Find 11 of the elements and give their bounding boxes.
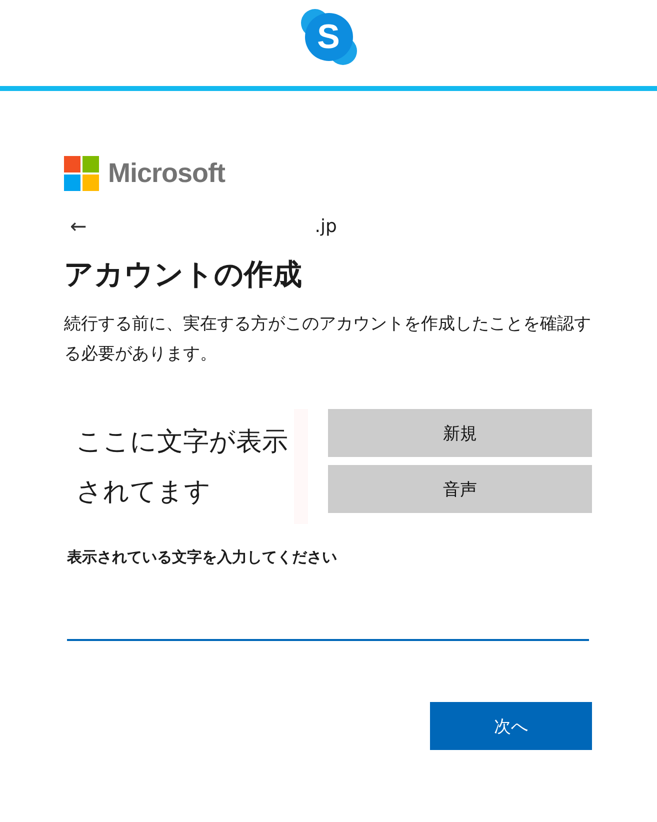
captcha-option-button[interactable]: 音声: [328, 465, 592, 513]
account-name: .jp: [314, 216, 337, 236]
description: 続行する前に、実在する方がこのアカウントを作成したことを確認する必要があります。: [64, 313, 592, 366]
page-title: アカウントの作成: [64, 256, 303, 293]
microsoft-logo-icon: [64, 156, 99, 190]
app-logo: S: [298, 7, 358, 67]
next-button[interactable]: 次へ: [430, 702, 592, 750]
input-label: 表示されている文字を入力してください: [67, 548, 338, 567]
captcha-option-button[interactable]: 新規: [328, 409, 592, 457]
brand-name: Microsoft: [108, 158, 225, 188]
back-button[interactable]: ←: [70, 214, 87, 238]
